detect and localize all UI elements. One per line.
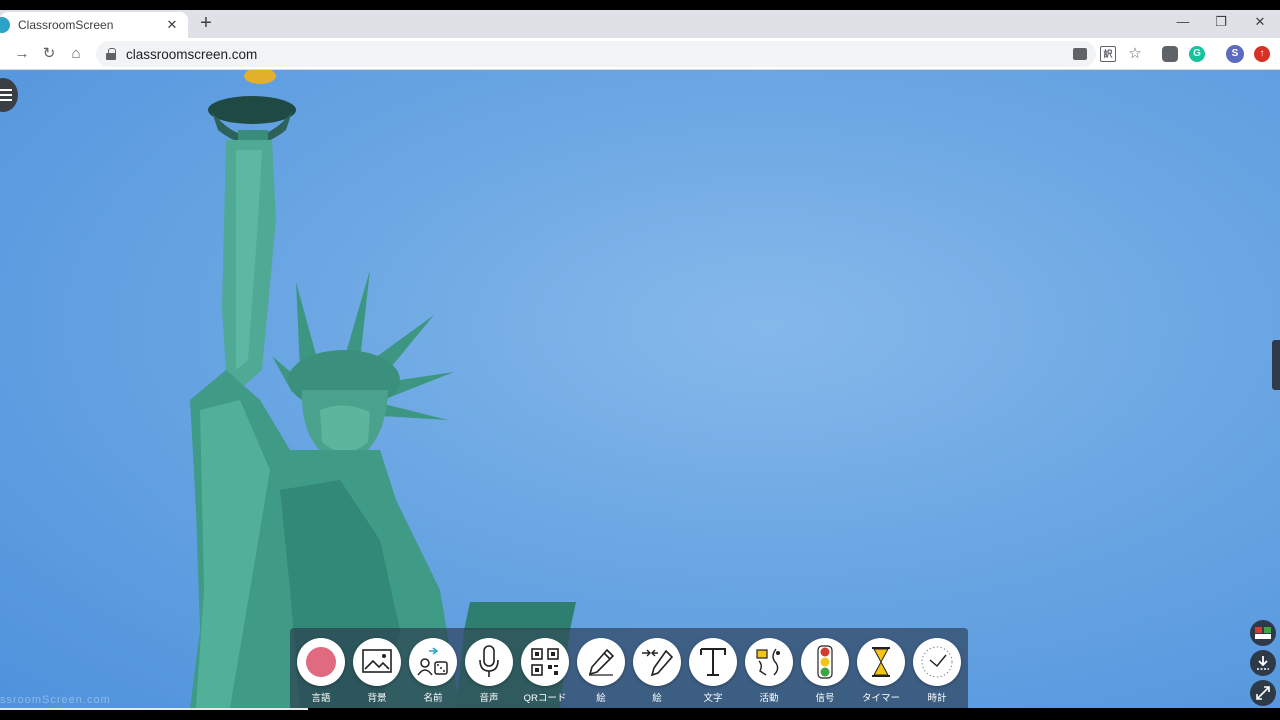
download-icon[interactable] [1250,650,1276,676]
color-palette-icon[interactable] [1250,620,1276,646]
lock-icon [106,48,116,60]
widget-timer[interactable]: タイマー [856,638,906,704]
extension-chat-icon[interactable] [1162,46,1178,62]
widget-drawing[interactable]: 絵 [576,638,626,704]
update-alert-icon[interactable]: ↑ [1254,46,1270,62]
grammarly-icon[interactable]: G [1189,46,1205,62]
widget-label: 絵 [596,693,606,704]
fullscreen-icon[interactable] [1250,680,1276,706]
reload-icon[interactable]: ↻ [39,44,59,64]
forward-arrow-icon[interactable]: → [12,44,32,64]
close-window-button[interactable]: ✕ [1245,14,1275,30]
qr-code-icon [521,638,569,686]
widget-clock[interactable]: 時計 [912,638,962,704]
star-bookmark-icon[interactable]: ☆ [1127,46,1143,62]
tab-title: ClassroomScreen [18,18,114,32]
widget-text[interactable]: 文字 [688,638,738,704]
classroomscreen-canvas: ssroomScreen.com 言語 背景 名前 音声 QRコード 絵 絵 文… [0,70,1280,708]
camera-blocked-icon[interactable] [1073,48,1087,60]
pencil-icon [577,638,625,686]
widget-label: 言語 [311,693,331,704]
clock-icon [913,638,961,686]
pencil-arrows-icon [633,638,681,686]
address-bar[interactable]: classroomscreen.com [96,41,1096,67]
activity-icon [745,638,793,686]
hourglass-icon [857,638,905,686]
browser-toolbar: → ↻ ⌂ classroomscreen.com 訳 ☆ G S ↑ [0,38,1280,70]
widget-label: 絵 [652,693,662,704]
widget-label: 音声 [479,693,499,704]
name-picker-icon [409,638,457,686]
new-tab-button[interactable]: + [196,13,216,34]
widget-qr-code[interactable]: QRコード [520,638,570,704]
widget-label: 文字 [703,693,723,704]
widget-label: 背景 [367,693,387,704]
text-icon [689,638,737,686]
tab-strip: ClassroomScreen ✕ + — ❐ ✕ [0,10,1280,38]
widget-label: QRコード [523,693,567,704]
translate-icon[interactable]: 訳 [1100,46,1116,62]
top-black-border [0,0,1280,10]
restore-button[interactable]: ❐ [1206,14,1236,30]
microphone-icon [465,638,513,686]
image-icon [353,638,401,686]
widget-label: 時計 [927,693,947,704]
side-panel-handle[interactable] [1272,340,1280,390]
browser-tab[interactable]: ClassroomScreen ✕ [0,12,188,38]
video-progress-line [0,708,308,710]
tab-close-icon[interactable]: ✕ [164,17,180,33]
widget-activity[interactable]: 活動 [744,638,794,704]
profile-avatar[interactable]: S [1226,45,1244,63]
widget-language[interactable]: 言語 [296,638,346,704]
classroomscreen-watermark: ssroomScreen.com [0,694,111,706]
statue-of-liberty-background-image [190,70,576,708]
widget-dock: 言語 背景 名前 音声 QRコード 絵 絵 文字 活動 信号 タイマー 時計 [290,628,968,708]
widget-traffic-light[interactable]: 信号 [800,638,850,704]
widget-label: 活動 [759,693,779,704]
widget-background[interactable]: 背景 [352,638,402,704]
home-icon[interactable]: ⌂ [66,44,86,64]
record-dot-icon [297,638,345,686]
widget-label: 信号 [815,693,835,704]
classroomscreen-favicon-icon [0,17,10,33]
widget-drawing-2[interactable]: 絵 [632,638,682,704]
widget-label: 名前 [423,693,443,704]
widget-label: タイマー [861,693,900,704]
url-text: classroomscreen.com [126,46,258,62]
widget-sound[interactable]: 音声 [464,638,514,704]
minimize-button[interactable]: — [1168,14,1198,29]
widget-name-picker[interactable]: 名前 [408,638,458,704]
traffic-light-icon [801,638,849,686]
